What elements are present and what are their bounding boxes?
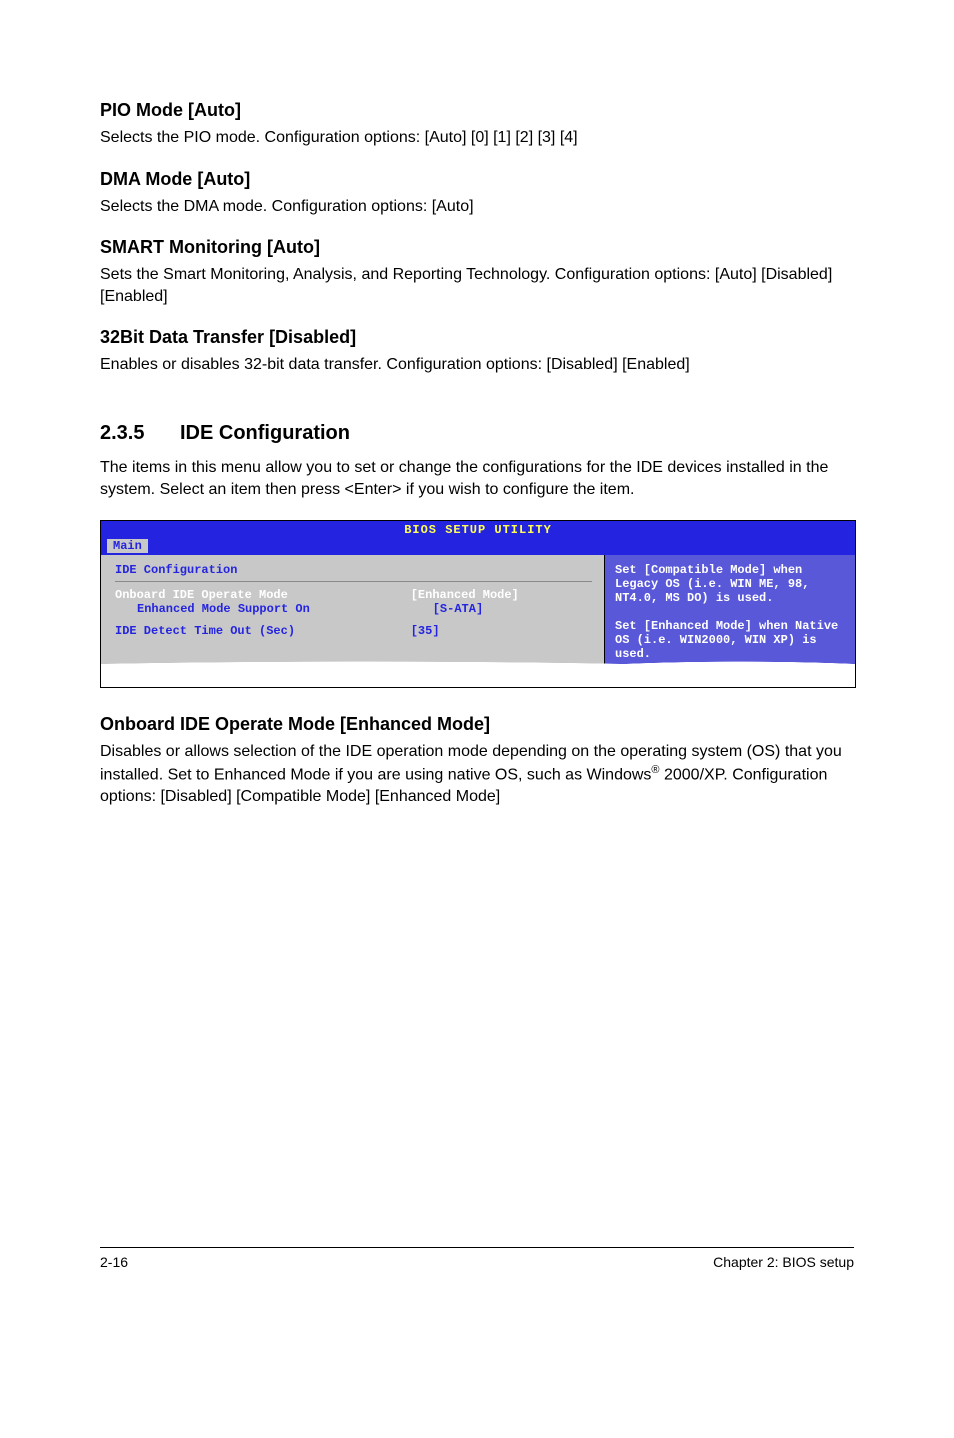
section-title: IDE Configuration [180,422,350,444]
smart-body: Sets the Smart Monitoring, Analysis, and… [100,264,854,307]
dma-heading: DMA Mode [Auto] [100,169,854,190]
bios-subtitle: IDE Configuration [115,563,592,582]
bios-row-label: Enhanced Mode Support On [115,602,433,616]
bios-row-enhanced-support: Enhanced Mode Support On [S-ATA] [115,602,592,616]
onboard-body: Disables or allows selection of the IDE … [100,741,854,807]
bios-row-label: IDE Detect Time Out (Sec) [115,624,411,638]
bios-row-value: [S-ATA] [433,602,483,616]
pio-heading: PIO Mode [Auto] [100,100,854,121]
bios-tabbar: Main [101,539,855,555]
bit32-heading: 32Bit Data Transfer [Disabled] [100,327,854,348]
registered-symbol: ® [651,764,659,776]
bios-tab-main: Main [107,539,148,553]
bios-row-value: [35] [411,624,440,638]
bios-left-panel: IDE Configuration Onboard IDE Operate Mo… [101,555,604,669]
footer-page-number: 2-16 [100,1254,128,1270]
dma-body: Selects the DMA mode. Configuration opti… [100,196,854,218]
bios-help-panel: Set [Compatible Mode] when Legacy OS (i.… [604,555,855,669]
footer-chapter: Chapter 2: BIOS setup [713,1254,854,1270]
bios-screenshot: BIOS SETUP UTILITY Main IDE Configuratio… [100,520,856,688]
bit32-body: Enables or disables 32-bit data transfer… [100,354,854,376]
bios-row-value: [Enhanced Mode] [411,588,519,602]
smart-heading: SMART Monitoring [Auto] [100,237,854,258]
pio-body: Selects the PIO mode. Configuration opti… [100,127,854,149]
section-number: 2.3.5 [100,422,180,445]
bios-row-label: Onboard IDE Operate Mode [115,588,411,602]
bios-header: BIOS SETUP UTILITY [101,521,855,539]
onboard-heading: Onboard IDE Operate Mode [Enhanced Mode] [100,714,854,735]
bios-row-onboard-mode: Onboard IDE Operate Mode [Enhanced Mode] [115,588,592,602]
ide-config-intro: The items in this menu allow you to set … [100,457,854,500]
section-heading-ide-config: 2.3.5IDE Configuration [100,422,854,445]
page-footer: 2-16 Chapter 2: BIOS setup [100,1247,854,1270]
bios-row-detect-timeout: IDE Detect Time Out (Sec) [35] [115,624,592,638]
